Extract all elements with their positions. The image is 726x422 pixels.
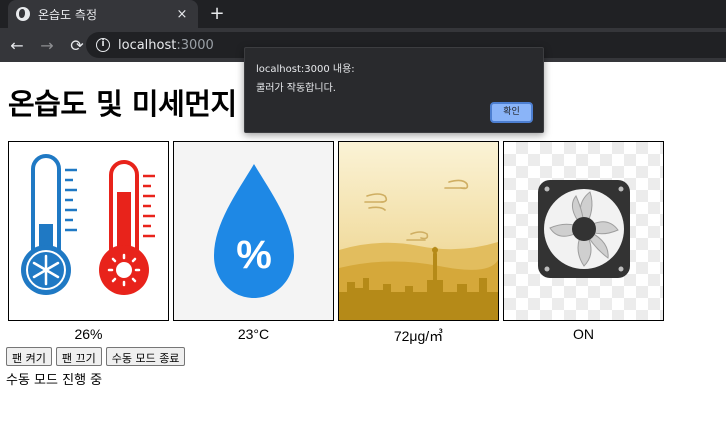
humidity-value: 26% (74, 326, 103, 342)
water-drop-percent-icon: % (214, 164, 294, 298)
tab-close-icon[interactable]: × (174, 7, 190, 22)
dialog-message: 쿨러가 작동합니다. (256, 83, 336, 94)
browser-tab[interactable]: 온습도 측정 × (8, 0, 198, 28)
fan-image-frame (503, 141, 664, 321)
fan-card: ON (503, 141, 664, 344)
drop-percent-symbol: % (236, 233, 272, 277)
temperature-card: % 23°C (173, 141, 334, 344)
info-icon[interactable]: i (96, 38, 110, 52)
fine-dust-city-icon (339, 142, 498, 320)
dialog-ok-button[interactable]: 확인 (490, 102, 533, 123)
url-host: localhost (118, 37, 177, 53)
dust-card: 72μg/㎥ (338, 141, 499, 344)
back-icon[interactable]: ← (4, 36, 30, 55)
url-port: :3000 (176, 37, 214, 53)
globe-icon (16, 7, 30, 21)
fan-icon (538, 180, 630, 278)
new-tab-button[interactable]: + (206, 3, 228, 25)
page-title: 온습도 및 미세먼지 (8, 87, 237, 121)
alert-dialog: localhost:3000 내용: 쿨러가 작동합니다. 확인 (244, 47, 544, 133)
forward-icon[interactable]: → (34, 36, 60, 55)
fan-status-value: ON (573, 326, 594, 342)
thermometer-image-frame (8, 141, 169, 321)
thermometer-icon (21, 154, 155, 295)
mode-status-text: 수동 모드 진행 중 (6, 373, 103, 388)
dust-image-frame (338, 141, 499, 321)
drop-image-frame: % (173, 141, 334, 321)
temperature-value: 23°C (237, 326, 270, 342)
control-buttons: 팬 켜기 팬 끄기 수동 모드 종료 (6, 347, 186, 366)
dialog-title: localhost:3000 내용: (256, 64, 355, 75)
fan-on-button[interactable]: 팬 켜기 (6, 347, 52, 366)
humidity-card: 26% (8, 141, 169, 344)
fan-off-button[interactable]: 팬 끄기 (55, 347, 102, 366)
manual-mode-end-button[interactable]: 수동 모드 종료 (105, 347, 186, 366)
dust-value: 72μg/㎥ (393, 328, 444, 344)
tab-title: 온습도 측정 (38, 7, 98, 22)
tab-strip: 온습도 측정 × + (0, 0, 726, 28)
sensor-cards: 26% % 23°C 72μg/㎥ ON (8, 141, 664, 344)
